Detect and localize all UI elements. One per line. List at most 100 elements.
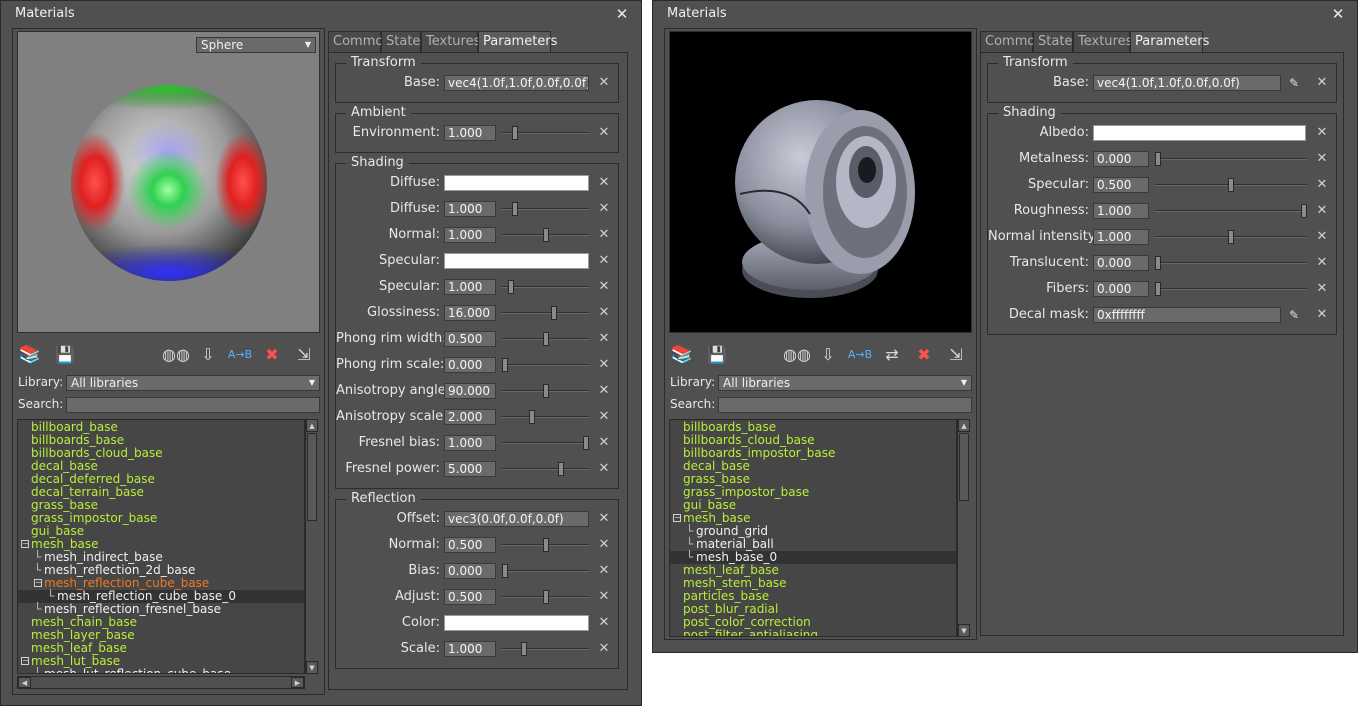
tree-vertical-scrollbar[interactable]: ▲ ▼	[305, 419, 318, 674]
parameter-value-field[interactable]: 1.000	[444, 435, 496, 451]
library-select[interactable]: All libraries ▼	[66, 375, 320, 391]
collapse-icon[interactable]: −	[34, 579, 42, 587]
parameter-slider[interactable]	[1155, 204, 1307, 218]
tree-horizontal-scrollbar[interactable]: ◀ ▶	[17, 676, 305, 689]
parameter-slider[interactable]	[502, 410, 589, 424]
parameter-value-field[interactable]: 0.000	[444, 563, 496, 579]
parameter-slider[interactable]	[502, 332, 589, 346]
collapse-icon[interactable]: −	[673, 514, 681, 522]
clear-icon[interactable]: ✕	[598, 460, 610, 478]
parameter-value-field[interactable]: 0.000	[1093, 151, 1149, 167]
move-material-icon[interactable]: ⇲	[292, 341, 316, 367]
material-balls-icon[interactable]: ◍◍	[162, 341, 190, 367]
clear-icon[interactable]: ✕	[598, 614, 610, 632]
parameter-value-field[interactable]: 1.000	[444, 201, 496, 217]
clear-icon[interactable]: ✕	[598, 408, 610, 426]
tab-parameters[interactable]: Parameters	[478, 31, 557, 52]
tab-parameters[interactable]: Parameters	[1130, 31, 1209, 52]
slider-handle[interactable]	[558, 462, 565, 476]
scroll-up-icon[interactable]: ▲	[306, 419, 318, 432]
parameter-slider[interactable]	[502, 228, 589, 242]
parameter-slider[interactable]	[502, 280, 589, 294]
clear-icon[interactable]: ✕	[1316, 150, 1328, 168]
slider-handle[interactable]	[1301, 204, 1307, 218]
clear-icon[interactable]: ✕	[598, 124, 610, 142]
tree-vertical-scrollbar[interactable]: ▲ ▼	[957, 419, 970, 637]
scroll-up-icon[interactable]: ▲	[958, 419, 970, 432]
clear-icon[interactable]: ✕	[1316, 254, 1328, 272]
parameter-value-field[interactable]: 0.000	[1093, 255, 1149, 271]
parameter-value-field[interactable]: 0.500	[1093, 177, 1149, 193]
clear-icon[interactable]: ✕	[598, 226, 610, 244]
library-books-icon[interactable]: 📚	[18, 341, 42, 367]
parameter-value-field[interactable]: 1.000	[1093, 203, 1149, 219]
clear-icon[interactable]: ✕	[598, 174, 610, 192]
parameter-value-field[interactable]: 16.000	[444, 305, 496, 321]
parameter-slider[interactable]	[1155, 152, 1307, 166]
clear-icon[interactable]: ✕	[598, 278, 610, 296]
clear-icon[interactable]: ✕	[1316, 228, 1328, 246]
tab-common[interactable]: Common	[328, 31, 392, 52]
slider-handle[interactable]	[529, 410, 536, 424]
slider-handle[interactable]	[512, 126, 519, 140]
parameter-value-field[interactable]: vec3(0.0f,0.0f,0.0f)	[444, 511, 589, 527]
clear-icon[interactable]: ✕	[598, 562, 610, 580]
slider-handle[interactable]	[507, 280, 514, 294]
parameter-value-field[interactable]: 1.000	[444, 125, 496, 141]
parameter-slider[interactable]	[1155, 178, 1307, 192]
save-icon[interactable]: 💾	[53, 341, 77, 367]
color-swatch[interactable]	[1093, 125, 1306, 141]
slider-handle[interactable]	[542, 590, 549, 604]
color-swatch[interactable]	[444, 615, 589, 631]
parameter-value-field[interactable]: 90.000	[444, 383, 496, 399]
scroll-down-icon[interactable]: ▼	[958, 624, 970, 637]
pencil-icon[interactable]: ✎	[1287, 306, 1301, 324]
parameter-slider[interactable]	[502, 306, 589, 320]
parameter-slider[interactable]	[502, 384, 589, 398]
parameter-value-field[interactable]: vec4(1.0f,1.0f,0.0f,0.0f)	[1093, 75, 1281, 91]
scroll-thumb[interactable]	[307, 433, 317, 521]
clear-icon[interactable]: ✕	[598, 382, 610, 400]
parameter-value-field[interactable]: 0.000	[444, 357, 496, 373]
preview-shape-select[interactable]: Sphere ▼	[196, 37, 316, 53]
parameter-slider[interactable]	[502, 358, 589, 372]
parameter-slider[interactable]	[1155, 256, 1307, 270]
close-icon[interactable]: ✕	[1331, 1, 1345, 27]
window-titlebar[interactable]: Materials ✕	[1, 1, 641, 27]
library-books-icon[interactable]: 📚	[670, 341, 694, 367]
clear-icon[interactable]: ✕	[1316, 124, 1328, 142]
parameter-value-field[interactable]: 2.000	[444, 409, 496, 425]
slider-handle[interactable]	[542, 332, 549, 346]
parameter-value-field[interactable]: vec4(1.0f,1.0f,0.0f,0.0f)	[444, 75, 589, 91]
slider-handle[interactable]	[502, 358, 508, 372]
slider-handle[interactable]	[1155, 152, 1161, 166]
scroll-right-icon[interactable]: ▶	[291, 677, 304, 688]
clear-icon[interactable]: ✕	[598, 304, 610, 322]
move-material-icon[interactable]: ⇲	[944, 341, 968, 367]
clear-icon[interactable]: ✕	[598, 536, 610, 554]
delete-material-icon[interactable]: ✖	[260, 341, 284, 367]
parameter-slider[interactable]	[502, 642, 589, 656]
parameter-value-field[interactable]: 1.000	[444, 641, 496, 657]
slider-handle[interactable]	[1228, 178, 1234, 192]
shuffle-icon[interactable]: ⇄	[880, 341, 904, 367]
scroll-thumb[interactable]	[959, 433, 969, 501]
slider-handle[interactable]	[1155, 282, 1161, 296]
clear-icon[interactable]: ✕	[598, 434, 610, 452]
tab-textures[interactable]: Textures	[421, 31, 480, 52]
parameter-slider[interactable]	[502, 590, 589, 604]
parameter-value-field[interactable]: 1.000	[1093, 229, 1149, 245]
slider-handle[interactable]	[520, 642, 527, 656]
slider-handle[interactable]	[542, 538, 549, 552]
tab-textures[interactable]: Textures	[1073, 31, 1132, 52]
tab-states[interactable]: States	[381, 31, 427, 52]
slider-handle[interactable]	[542, 384, 549, 398]
slider-handle[interactable]	[1155, 256, 1161, 270]
tree-item[interactable]: └ mesh_lut_reflection_cube_base	[18, 668, 304, 674]
parameter-value-field[interactable]: 0.500	[444, 589, 496, 605]
material-preview[interactable]: Sphere ▼	[17, 31, 320, 333]
parameter-slider[interactable]	[502, 462, 589, 476]
material-tree[interactable]: billboard_base billboards_base billboards_…	[17, 419, 305, 674]
rename-material-icon[interactable]: A→B	[848, 341, 872, 367]
clear-icon[interactable]: ✕	[1316, 306, 1328, 324]
